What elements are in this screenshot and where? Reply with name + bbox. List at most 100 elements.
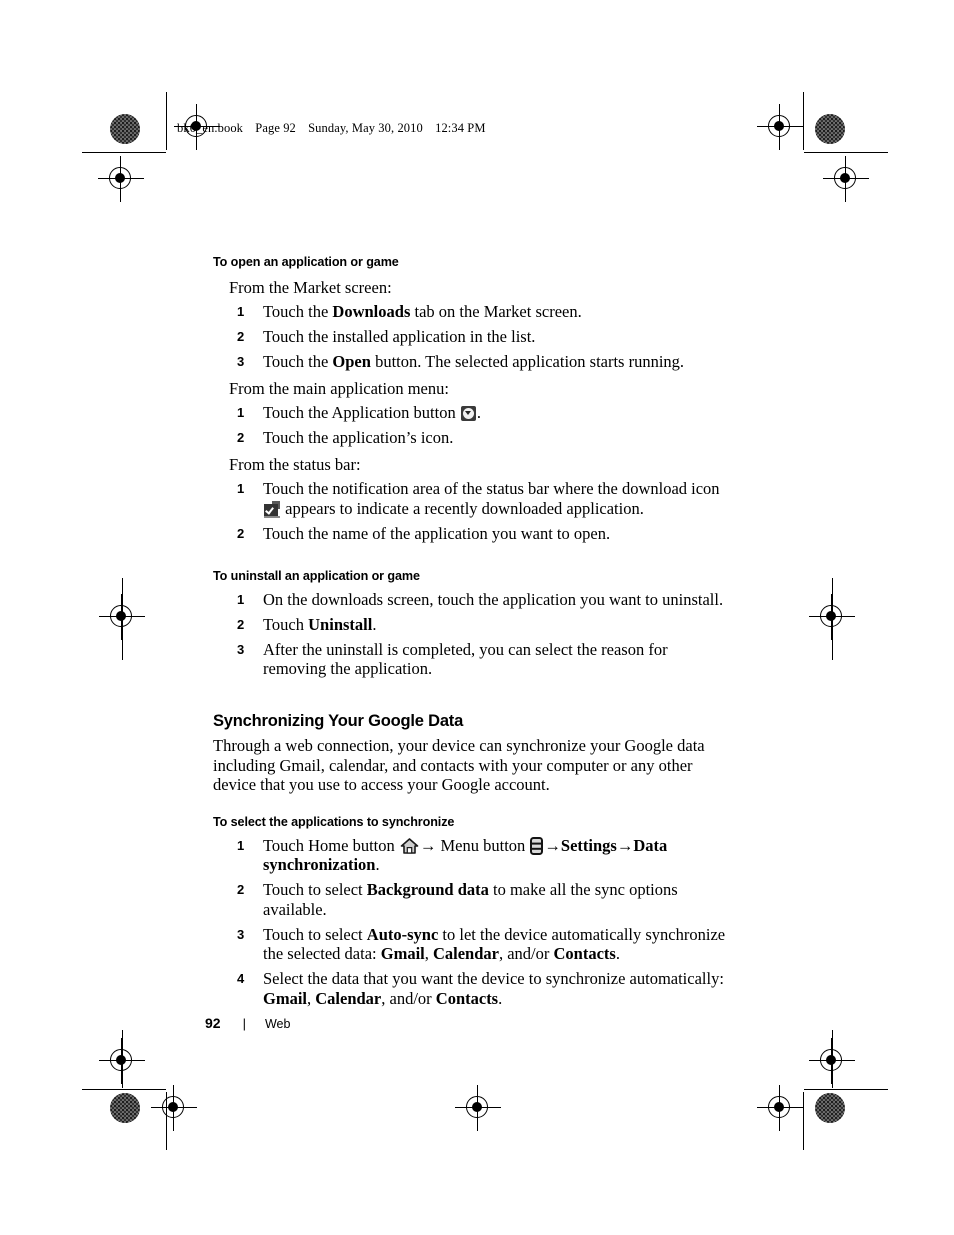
- step-text-cont: ,: [307, 988, 316, 1008]
- page-number: 92: [205, 1015, 221, 1031]
- step-number: 1: [237, 304, 245, 319]
- trim-line-vertical: [803, 92, 804, 150]
- trim-line-horizontal: [804, 152, 888, 153]
- list-item: 3 Touch to select Auto-sync to let the de…: [213, 925, 733, 964]
- step-text: Touch the: [263, 352, 333, 371]
- step-text: Touch the notification area of the statu…: [263, 479, 720, 498]
- step-text: Touch Home button: [263, 835, 399, 855]
- list-item: 3 Touch the Open button. The selected app…: [213, 352, 733, 372]
- trim-line-horizontal: [82, 152, 166, 153]
- arrow-separator: →: [616, 835, 634, 855]
- step-text: On the downloads screen, touch the appli…: [263, 589, 724, 609]
- list-item: 1 Touch the Application button .: [213, 403, 733, 423]
- step-text-cont: ,: [424, 944, 433, 964]
- step-number: 2: [237, 616, 245, 632]
- application-menu-steps-list: 1 Touch the Application button . 2 Touch t…: [213, 403, 733, 448]
- step-text-cont: , and/or: [381, 988, 436, 1008]
- step-number: 1: [237, 481, 245, 496]
- halftone-dot: [110, 1093, 140, 1123]
- leadin-from-status-bar: From the status bar:: [229, 455, 361, 474]
- heading-to-uninstall-application: To uninstall an application or game: [213, 568, 420, 583]
- registration-mark: [757, 1085, 803, 1131]
- heading-select-applications-to-sync: To select the applications to synchroniz…: [213, 814, 455, 829]
- registration-mark: [99, 594, 145, 640]
- download-notification-icon: [264, 500, 280, 518]
- chapter-name: Web: [264, 1017, 291, 1031]
- step-emphasis: Calendar: [432, 944, 499, 964]
- step-emphasis: Gmail: [263, 988, 307, 1008]
- step-number: 1: [237, 405, 245, 420]
- book-page-label: Page 92: [255, 121, 296, 135]
- step-number: 1: [237, 837, 245, 853]
- step-text: Touch the Application button: [263, 403, 460, 422]
- home-button-icon: [400, 837, 419, 854]
- step-number: 2: [237, 329, 245, 344]
- step-emphasis: Background data: [366, 880, 489, 900]
- step-emphasis: Auto-sync: [366, 924, 439, 944]
- trim-line-horizontal: [804, 1089, 888, 1090]
- step-number: 3: [237, 354, 245, 369]
- step-text-end: .: [615, 944, 620, 964]
- arrow-separator: →: [419, 835, 437, 855]
- step-text: Touch to select: [263, 880, 367, 900]
- book-file-header: bk0_en.book Page 92 Sunday, May 30, 2010…: [177, 121, 486, 136]
- step-number: 2: [237, 525, 245, 541]
- list-item: 1 On the downloads screen, touch the appl…: [213, 590, 733, 610]
- list-item: 3 After the uninstall is completed, you c…: [213, 640, 733, 679]
- step-emphasis: Open: [332, 352, 371, 371]
- step-text: Touch the installed application in the l…: [263, 327, 536, 346]
- registration-mark: [151, 1085, 197, 1131]
- book-time: 12:34 PM: [435, 121, 486, 135]
- step-text-end: .: [375, 855, 380, 875]
- registration-mark: [809, 1038, 855, 1084]
- footer-separator: |: [242, 1016, 246, 1031]
- step-emphasis: Uninstall: [308, 614, 373, 634]
- application-button-icon: [460, 406, 476, 421]
- leadin-from-market-screen: From the Market screen:: [229, 278, 392, 297]
- trim-line-vertical: [803, 1092, 804, 1150]
- step-text-cont: .: [372, 614, 377, 634]
- step-number: 4: [237, 971, 245, 987]
- list-item: 1 Touch the notification area of the stat…: [213, 479, 733, 518]
- page-footer: 92 | Web: [205, 1015, 290, 1031]
- page-content: To open an application or game From the …: [213, 255, 733, 1014]
- leadin-from-main-application-menu: From the main application menu:: [229, 379, 449, 398]
- step-text: Touch the name of the application you wa…: [263, 523, 611, 543]
- step-number: 2: [237, 430, 245, 445]
- step-emphasis: Downloads: [332, 302, 411, 321]
- step-text: Touch: [263, 614, 309, 634]
- step-emphasis: Contacts: [435, 988, 499, 1008]
- registration-mark: [823, 156, 869, 202]
- registration-mark: [809, 594, 855, 640]
- menu-button-icon: [530, 836, 544, 855]
- list-item: 4 Select the data that you want the devic…: [213, 969, 733, 1008]
- step-text-cont: Menu button: [436, 835, 530, 855]
- step-number: 3: [237, 641, 245, 657]
- step-text: Touch to select: [263, 924, 367, 944]
- list-item: 2 Touch the name of the application you w…: [213, 524, 733, 544]
- registration-mark: [757, 104, 803, 150]
- registration-mark: [98, 156, 144, 202]
- step-emphasis: Gmail: [380, 944, 425, 964]
- halftone-dot: [815, 114, 845, 144]
- list-item: 1 Touch the Downloads tab on the Market s…: [213, 302, 733, 322]
- uninstall-steps-list: 1 On the downloads screen, touch the appl…: [213, 590, 733, 679]
- list-item: 1 Touch Home button → Menu button →Settin…: [213, 836, 733, 875]
- step-text: Select the data that you want the device…: [263, 969, 724, 989]
- list-item: 2 Touch Uninstall.: [213, 615, 733, 635]
- status-bar-steps-list: 1 Touch the notification area of the stat…: [213, 479, 733, 543]
- step-text-end: .: [498, 988, 503, 1008]
- market-steps-list: 1 Touch the Downloads tab on the Market s…: [213, 302, 733, 372]
- trim-line-vertical: [166, 92, 167, 150]
- step-number: 1: [237, 591, 245, 607]
- step-number: 2: [237, 882, 245, 898]
- sync-steps-list: 1 Touch Home button → Menu button →Settin…: [213, 836, 733, 1009]
- list-item: 2 Touch the application’s icon.: [213, 428, 733, 448]
- step-emphasis: Calendar: [315, 988, 382, 1008]
- step-text-cont: tab on the Market screen.: [410, 302, 582, 321]
- heading-synchronizing-google-data: Synchronizing Your Google Data: [213, 712, 464, 730]
- halftone-dot: [815, 1093, 845, 1123]
- step-text: Touch the: [263, 302, 333, 321]
- list-item: 2 Touch the installed application in the …: [213, 327, 733, 347]
- paragraph-synchronizing-intro: Through a web connection, your device ca…: [213, 736, 705, 795]
